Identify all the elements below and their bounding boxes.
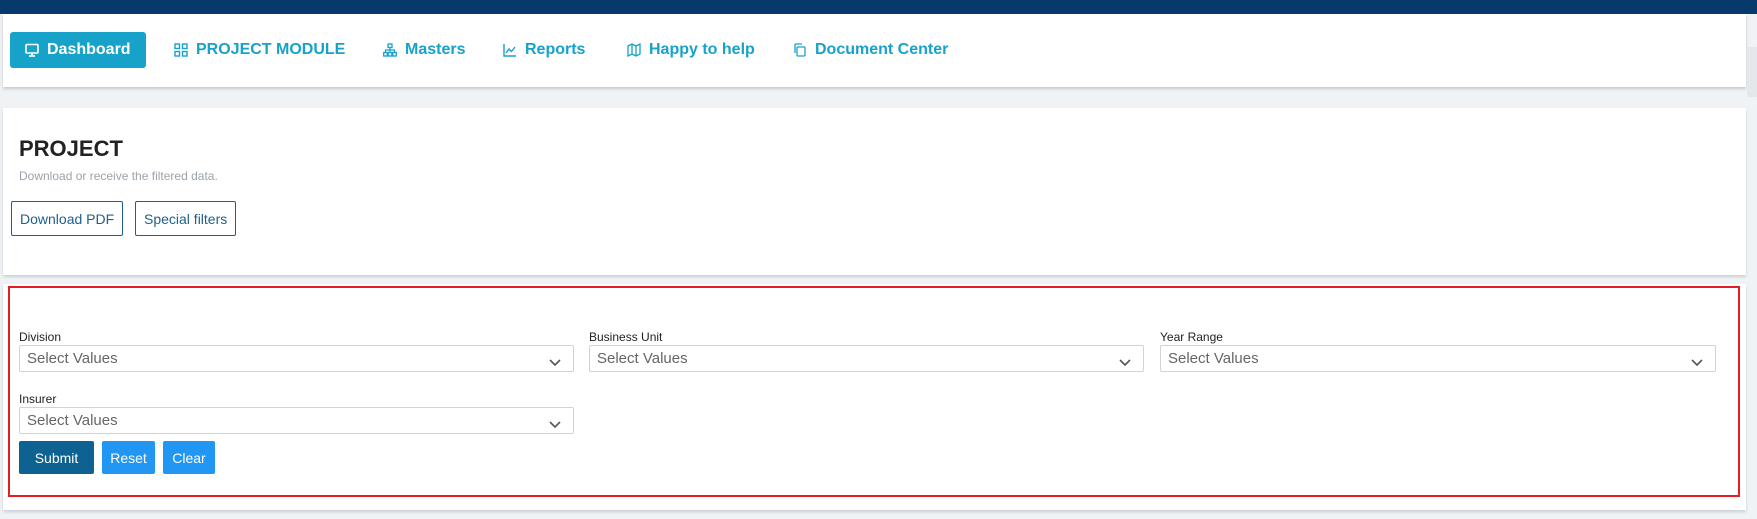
nav-item-masters[interactable]: Masters <box>383 32 465 68</box>
chart-line-icon <box>503 43 517 57</box>
reset-button[interactable]: Reset <box>102 441 155 474</box>
top-header-bar <box>0 0 1757 14</box>
year-range-label: Year Range <box>1160 330 1223 344</box>
nav-item-label: PROJECT MODULE <box>196 41 346 58</box>
nav-item-reports[interactable]: Reports <box>503 32 585 68</box>
chevron-down-icon <box>549 354 561 367</box>
nav-item-label: Happy to help <box>649 41 755 58</box>
nav-item-label: Masters <box>405 41 466 58</box>
project-header-card: PROJECT Download or receive the filtered… <box>3 108 1746 275</box>
year-range-select[interactable]: Select Values <box>1160 345 1716 372</box>
division-label: Division <box>19 330 62 344</box>
sitemap-icon <box>383 43 397 57</box>
nav-item-project-module[interactable]: PROJECT MODULE <box>174 32 345 68</box>
submit-button[interactable]: Submit <box>19 441 94 474</box>
business-unit-label: Business Unit <box>589 330 663 344</box>
nav-item-happy-to-help[interactable]: Happy to help <box>627 32 755 68</box>
filter-panel: Division Select Values Business Unit Sel… <box>3 284 1746 510</box>
grid-icon <box>174 43 188 57</box>
business-unit-select-value: Select Values <box>597 350 688 367</box>
year-range-select-value: Select Values <box>1168 350 1259 367</box>
nav-item-document-center[interactable]: Document Center <box>793 32 948 68</box>
nav-item-label: Reports <box>525 41 586 58</box>
nav-item-label: Document Center <box>815 41 949 58</box>
map-icon <box>627 43 641 57</box>
page-title: PROJECT <box>19 136 123 161</box>
highlight-frame <box>8 286 1740 497</box>
clear-button[interactable]: Clear <box>163 441 215 474</box>
chevron-down-icon <box>549 416 561 429</box>
monitor-icon <box>25 43 39 57</box>
insurer-select-value: Select Values <box>27 412 118 429</box>
business-unit-select[interactable]: Select Values <box>589 345 1144 372</box>
chevron-down-icon <box>1119 354 1131 367</box>
main-navbar: Dashboard PROJECT MODULE Masters Reports… <box>3 14 1746 87</box>
chevron-down-icon <box>1691 354 1703 367</box>
insurer-label: Insurer <box>19 392 57 406</box>
insurer-select[interactable]: Select Values <box>19 407 574 434</box>
page-subtitle: Download or receive the filtered data. <box>19 169 218 183</box>
scrollbar-track[interactable] <box>1747 47 1757 97</box>
nav-item-label: Dashboard <box>47 41 131 58</box>
download-pdf-button[interactable]: Download PDF <box>11 201 124 236</box>
division-select[interactable]: Select Values <box>19 345 574 372</box>
division-select-value: Select Values <box>27 350 118 367</box>
copy-icon <box>793 43 807 57</box>
nav-item-dashboard[interactable]: Dashboard <box>10 32 146 68</box>
special-filters-button[interactable]: Special filters <box>135 201 237 236</box>
